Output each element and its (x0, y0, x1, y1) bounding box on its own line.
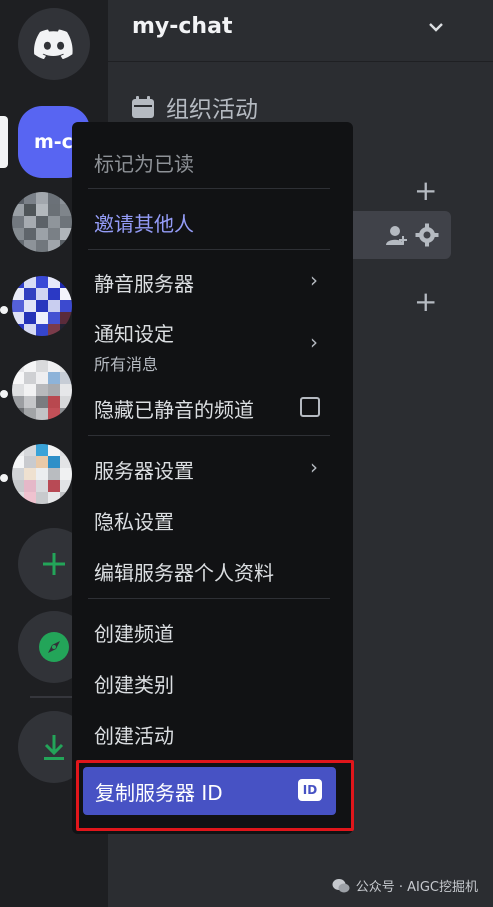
server-settings-label: 服务器设置 (94, 459, 194, 483)
hide-muted-channels-label: 隐藏已静音的频道 (94, 398, 254, 422)
wechat-icon (332, 878, 350, 892)
notification-settings-item[interactable]: 通知设定 所有消息 › (94, 318, 332, 375)
mark-as-read-item[interactable]: 标记为已读 (94, 148, 332, 177)
active-server-indicator (0, 116, 8, 168)
gear-icon[interactable] (415, 223, 439, 247)
create-event-item[interactable]: 创建活动 (94, 720, 332, 749)
menu-separator (88, 249, 330, 250)
rail-divider (30, 696, 78, 698)
server-avatar-2[interactable] (12, 276, 72, 336)
notification-settings-label: 通知设定 (94, 322, 174, 346)
unread-indicator (0, 306, 8, 314)
server-avatar-4[interactable] (12, 444, 72, 504)
notification-settings-value: 所有消息 (94, 355, 159, 374)
server-name: my-chat (132, 14, 233, 39)
create-channel-item[interactable]: 创建频道 (94, 618, 332, 647)
watermark-text: 公众号 · AIGC挖掘机 (355, 880, 478, 895)
server-settings-item[interactable]: 服务器设置 › (94, 455, 332, 484)
chevron-right-icon: › (310, 330, 318, 354)
server-avatar-3[interactable] (12, 360, 72, 420)
menu-separator (88, 598, 330, 599)
hide-muted-channels-item[interactable]: 隐藏已静音的频道 (94, 394, 332, 423)
chevron-right-icon: › (310, 455, 318, 479)
create-channel-plus-icon[interactable]: + (414, 174, 437, 207)
chevron-right-icon: › (310, 268, 318, 292)
unread-indicator (0, 390, 8, 398)
calendar-icon (132, 96, 154, 118)
server-abbrev: m-c (34, 131, 73, 153)
compass-icon (39, 632, 69, 662)
mute-server-item[interactable]: 静音服务器 › (94, 268, 332, 297)
highlight-annotation-box (76, 760, 354, 831)
events-row[interactable]: 组织活动 (130, 90, 258, 124)
create-channel-plus-icon[interactable]: + (414, 285, 437, 318)
server-context-menu: 标记为已读 邀请其他人 静音服务器 › 通知设定 所有消息 › 隐藏已静音的频道… (72, 122, 353, 834)
edit-server-profile-item[interactable]: 编辑服务器个人资料 (94, 557, 332, 586)
mute-server-label: 静音服务器 (94, 272, 194, 296)
menu-separator (88, 188, 330, 189)
invite-people-item[interactable]: 邀请其他人 (94, 208, 332, 237)
events-label: 组织活动 (166, 97, 258, 123)
server-avatar-1[interactable] (12, 192, 72, 252)
selected-channel-row[interactable] (345, 211, 451, 259)
server-header[interactable]: my-chat (108, 0, 493, 62)
plus-icon (43, 553, 65, 575)
watermark: 公众号 · AIGC挖掘机 (332, 876, 478, 895)
unread-indicator (0, 474, 8, 482)
create-category-item[interactable]: 创建类别 (94, 669, 332, 698)
hide-muted-checkbox[interactable] (300, 397, 320, 417)
chevron-down-icon (429, 23, 443, 32)
download-icon (44, 735, 64, 760)
invite-member-icon[interactable] (385, 223, 409, 247)
privacy-settings-item[interactable]: 隐私设置 (94, 506, 332, 535)
menu-separator (88, 435, 330, 436)
discord-logo-icon (34, 29, 73, 59)
home-button[interactable] (18, 8, 90, 80)
